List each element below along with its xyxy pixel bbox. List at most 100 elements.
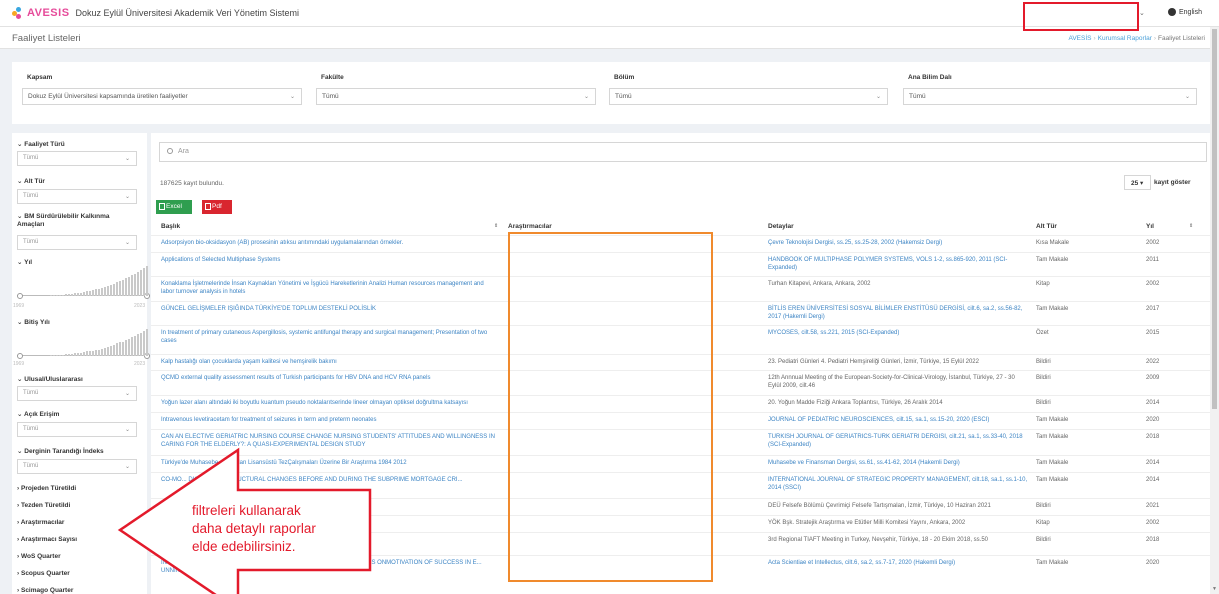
logo-text: AVESIS <box>27 7 70 19</box>
histogram-bar <box>104 287 106 296</box>
sidebar-wos-quarter[interactable]: › WoS Quarter <box>12 553 147 560</box>
histogram-bar <box>80 353 82 356</box>
language-switch[interactable]: English <box>1168 8 1202 16</box>
histogram-bar <box>56 295 58 296</box>
sidebar-tezden-turetildi[interactable]: › Tezden Türetildi <box>12 502 147 509</box>
row-title-link[interactable]: Konaklama İşletmelerinde İnsan Kaynaklar… <box>161 280 496 296</box>
avesis-logo[interactable]: AVESIS <box>12 7 70 19</box>
row-title-link[interactable]: CAN AN ELECTIVE GERIATRIC NURSING COURSE… <box>161 433 496 449</box>
histogram-bar <box>134 274 136 296</box>
histogram-bar <box>53 295 55 296</box>
row-title-link[interactable]: Yoğun lazer alanı altındaki iki boyutlu … <box>161 399 496 407</box>
col-header-year[interactable]: Yıl <box>1146 223 1154 230</box>
page-scrollbar[interactable]: ▼ <box>1210 27 1219 594</box>
alt-tur-select[interactable]: Tümü ⌄ <box>17 189 137 204</box>
row-title-link[interactable]: Kalp hastalığı olan çocuklarda yaşam kal… <box>161 358 496 366</box>
histogram-bar <box>59 355 61 356</box>
row-title-link[interactable]: Türkiye'de Muhasebe ... Yapılan Lisansüs… <box>161 459 496 467</box>
sidebar-label[interactable]: ⌄ Açık Erişim <box>17 410 147 418</box>
sidebar-label[interactable]: ⌄ Faaliyet Türü <box>17 140 147 148</box>
row-subtype: Tam Makale <box>1036 560 1069 566</box>
histogram-bar <box>92 290 94 296</box>
histogram-bar <box>92 351 94 356</box>
col-header-subtype[interactable]: Alt Tür <box>1036 223 1057 230</box>
fakulte-select[interactable]: Tümü ⌄ <box>316 88 596 105</box>
bolum-select[interactable]: Tümü ⌄ <box>609 88 888 105</box>
sidebar-label: › Projeden Türetildi <box>17 485 77 492</box>
sidebar-label[interactable]: ⌄ BM Sürdürülebilir Kalkınma Amaçları <box>17 213 137 229</box>
slider-min-handle[interactable] <box>17 293 23 299</box>
row-details[interactable]: JOURNAL OF PEDIATRIC NEUROSCIENCES, cilt… <box>768 416 1028 424</box>
sidebar-label[interactable]: ⌄ Alt Tür <box>17 177 147 185</box>
select-value: Tümü <box>23 239 39 245</box>
sidebar-projeden-turetildi[interactable]: › Projeden Türetildi <box>12 485 147 492</box>
bm-select[interactable]: Tümü ⌄ <box>17 235 137 250</box>
row-subtype: Kitap <box>1036 520 1050 526</box>
row-details[interactable]: MYCOSES, cilt.58, ss.221, 2015 (SCI-Expa… <box>768 329 1028 337</box>
indeks-select[interactable]: Tümü ⌄ <box>17 459 137 474</box>
col-header-details[interactable]: Detaylar <box>768 223 794 230</box>
col-header-title[interactable]: Başlık <box>161 223 180 230</box>
row-details[interactable]: BİTLİS EREN ÜNİVERSİTESİ SOSYAL BİLİMLER… <box>768 305 1028 321</box>
faaliyet-turu-select[interactable]: Tümü ⌄ <box>17 151 137 166</box>
sort-icon[interactable]: ⇕ <box>494 223 498 229</box>
sidebar-arastirmacilar[interactable]: › Araştırmacılar <box>12 519 147 526</box>
sidebar-label[interactable]: ⌄ Ulusal/Uluslararası <box>17 375 147 383</box>
histogram-bar <box>134 336 136 356</box>
row-year: 2002 <box>1146 281 1160 287</box>
page-size-select[interactable]: 25 ▾ <box>1124 175 1151 190</box>
kapsam-select[interactable]: Dokuz Eylül Üniversitesi kapsamında üret… <box>22 88 302 105</box>
histogram-bar <box>89 291 91 296</box>
row-title-link[interactable]: Adsorpsiyon bio-oksidasyon (AB) prosesin… <box>161 239 496 247</box>
sidebar-label[interactable]: ⌄ Derginin Tarandığı İndeks <box>17 447 147 455</box>
breadcrumb-kurumsal-raporlar[interactable]: Kurumsal Raporlar <box>1098 35 1152 42</box>
row-title-link[interactable]: GÜNCEL GELİŞMELER IŞIĞINDA TÜRKİYE'DE TO… <box>161 305 496 313</box>
ana-bilim-dali-select[interactable]: Tümü ⌄ <box>903 88 1197 105</box>
col-header-researchers[interactable]: Araştırmacılar <box>508 223 552 230</box>
row-title-link[interactable]: CO-MO... DICES WITH STRUCTURAL CHANGES B… <box>161 476 496 484</box>
pdf-icon <box>205 203 211 210</box>
row-title-link[interactable]: Intravenous levetiracetam for treatment … <box>161 416 496 424</box>
sidebar-scopus-quarter[interactable]: › Scopus Quarter <box>12 570 147 577</box>
row-details[interactable]: Muhasebe ve Finansman Dergisi, ss.61, ss… <box>768 459 1028 467</box>
select-value: Dokuz Eylül Üniversitesi kapsamında üret… <box>28 93 188 100</box>
histogram-bar <box>110 346 112 356</box>
page-size-control: 25 ▾ kayıt göster <box>1124 175 1191 190</box>
excel-export-button[interactable]: Excel <box>156 200 192 214</box>
user-menu-chevron-icon[interactable]: ⌄ <box>1139 9 1145 17</box>
filter-bolum: Bölüm Tümü ⌄ <box>609 74 888 105</box>
search-input[interactable]: Ara <box>159 142 1207 162</box>
row-details[interactable]: HANDBOOK OF MULTIPHASE POLYMER SYSTEMS, … <box>768 256 1028 272</box>
annotation-red-box <box>1023 2 1139 31</box>
row-details[interactable]: TURKISH JOURNAL OF GERIATRICS-TURK GERIA… <box>768 433 1028 449</box>
sort-icon[interactable]: ⇕ <box>1189 223 1193 229</box>
histogram-bar <box>74 353 76 356</box>
chevron-down-icon: ⌄ <box>1184 94 1190 100</box>
ulusal-select[interactable]: Tümü ⌄ <box>17 386 137 401</box>
row-details: 20. Yoğun Madde Fiziği Ankara Toplantısı… <box>768 400 943 406</box>
yil-histogram-slider[interactable] <box>17 263 150 299</box>
row-title-link[interactable]: INVESTIG... OF POSITIVEPERCEPTION AND ME… <box>161 559 496 575</box>
scrollbar-thumb[interactable] <box>1212 29 1217 409</box>
bitis-yili-histogram-slider[interactable] <box>17 323 150 359</box>
histogram-bar <box>65 294 67 296</box>
slider-min-handle[interactable] <box>17 353 23 359</box>
button-label: Excel <box>166 203 182 210</box>
row-title-link[interactable]: Applications of Selected Multiphase Syst… <box>161 256 496 264</box>
sidebar-scimago-quarter[interactable]: › Scimago Quarter <box>12 587 147 594</box>
row-title-link[interactable]: QCMD external quality assessment results… <box>161 374 496 382</box>
row-details[interactable]: INTERNATIONAL JOURNAL OF STRATEGIC PROPE… <box>768 476 1028 492</box>
histogram-bar <box>119 342 121 356</box>
row-details[interactable]: Çevre Teknolojisi Dergisi, ss.25, ss.25-… <box>768 239 1028 247</box>
row-details[interactable]: Acta Scientiae et Intellectus, cilt.6, s… <box>768 559 1028 567</box>
breadcrumb-avesis[interactable]: AVESİS <box>1068 35 1091 42</box>
pdf-export-button[interactable]: Pdf <box>202 200 232 214</box>
histogram-bar <box>59 295 61 296</box>
sidebar-arastirmaci-sayisi[interactable]: › Araştırmacı Sayısı <box>12 536 147 543</box>
row-subtype: Bildiri <box>1036 375 1051 381</box>
sidebar-ulusal: ⌄ Ulusal/Uluslararası <box>12 375 147 383</box>
row-title-link[interactable]: In treatment of primary cutaneous Asperg… <box>161 329 496 345</box>
histogram-bar <box>83 292 85 296</box>
scroll-down-icon[interactable]: ▼ <box>1212 586 1217 592</box>
acik-erisim-select[interactable]: Tümü ⌄ <box>17 422 137 437</box>
